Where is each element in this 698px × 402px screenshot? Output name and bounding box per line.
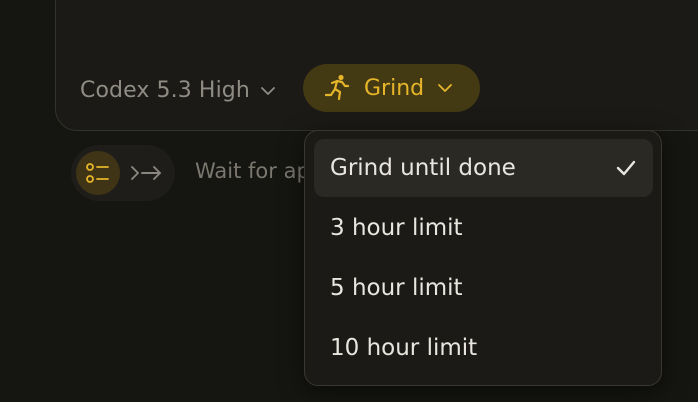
menu-item-label: 5 hour limit [330, 275, 463, 301]
chevron-down-icon [261, 87, 275, 95]
chevron-down-icon [437, 83, 453, 93]
checklist-icon [86, 163, 109, 183]
model-selector[interactable]: Codex 5.3 High [80, 72, 276, 108]
menu-item-10-hour-limit[interactable]: 10 hour limit [314, 319, 653, 377]
grind-mode-label: Grind [364, 75, 425, 101]
menu-item-label: Grind until done [330, 155, 516, 181]
grind-mode-menu: Grind until done 3 hour limit 5 hour lim… [304, 130, 662, 386]
menu-item-label: 10 hour limit [330, 335, 478, 361]
checkmark-icon [615, 159, 637, 177]
send-queue-button[interactable] [126, 158, 166, 188]
queue-status-text: Wait for ap [195, 159, 310, 183]
running-person-icon [323, 73, 351, 103]
menu-item-grind-until-done[interactable]: Grind until done [314, 139, 653, 197]
menu-item-5-hour-limit[interactable]: 5 hour limit [314, 259, 653, 317]
menu-item-label: 3 hour limit [330, 215, 463, 241]
app-window: Codex 5.3 High Grind Wait for ap Grind u… [0, 0, 698, 402]
checklist-button[interactable] [76, 151, 120, 195]
model-selector-label: Codex 5.3 High [80, 77, 250, 103]
menu-item-3-hour-limit[interactable]: 3 hour limit [314, 199, 653, 257]
double-arrow-right-icon [131, 166, 161, 180]
grind-mode-button[interactable]: Grind [303, 64, 480, 112]
